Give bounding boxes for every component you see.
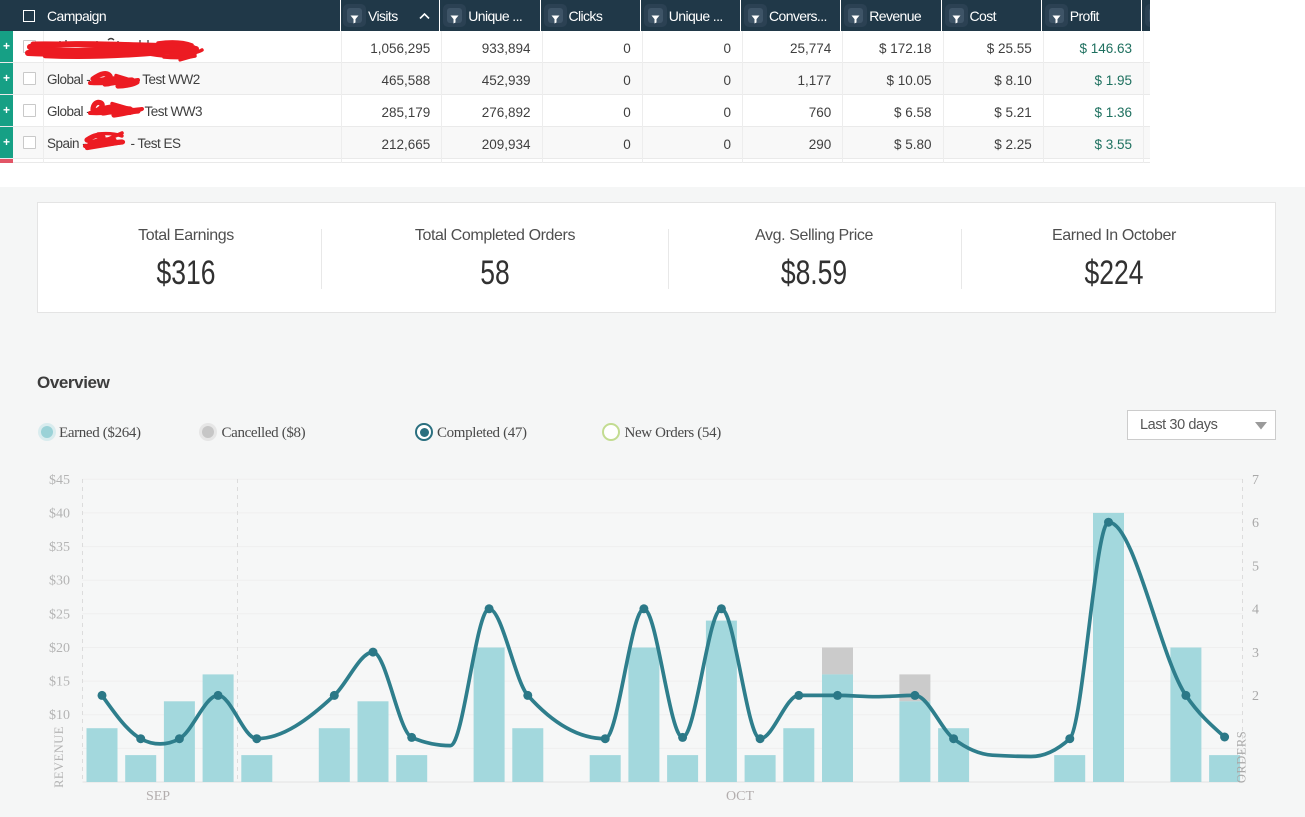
svg-text:$45: $45 [49,473,70,488]
svg-text:2: 2 [1252,689,1259,704]
svg-text:REVENUE: REVENUE [52,726,66,788]
svg-text:OCT: OCT [726,789,754,804]
svg-text:$35: $35 [49,540,70,555]
svg-text:6: 6 [1252,516,1259,531]
svg-text:ORDERS: ORDERS [1235,731,1249,783]
svg-text:SEP: SEP [146,789,170,804]
svg-text:5: 5 [1252,559,1259,574]
svg-text:4: 4 [1252,603,1259,618]
svg-text:$40: $40 [49,506,70,521]
svg-text:$30: $30 [49,574,70,589]
svg-text:7: 7 [1252,473,1259,488]
svg-text:3: 3 [1252,646,1259,661]
svg-text:$10: $10 [49,708,70,723]
svg-text:$15: $15 [49,675,70,690]
svg-text:$20: $20 [49,641,70,656]
svg-text:$25: $25 [49,607,70,622]
